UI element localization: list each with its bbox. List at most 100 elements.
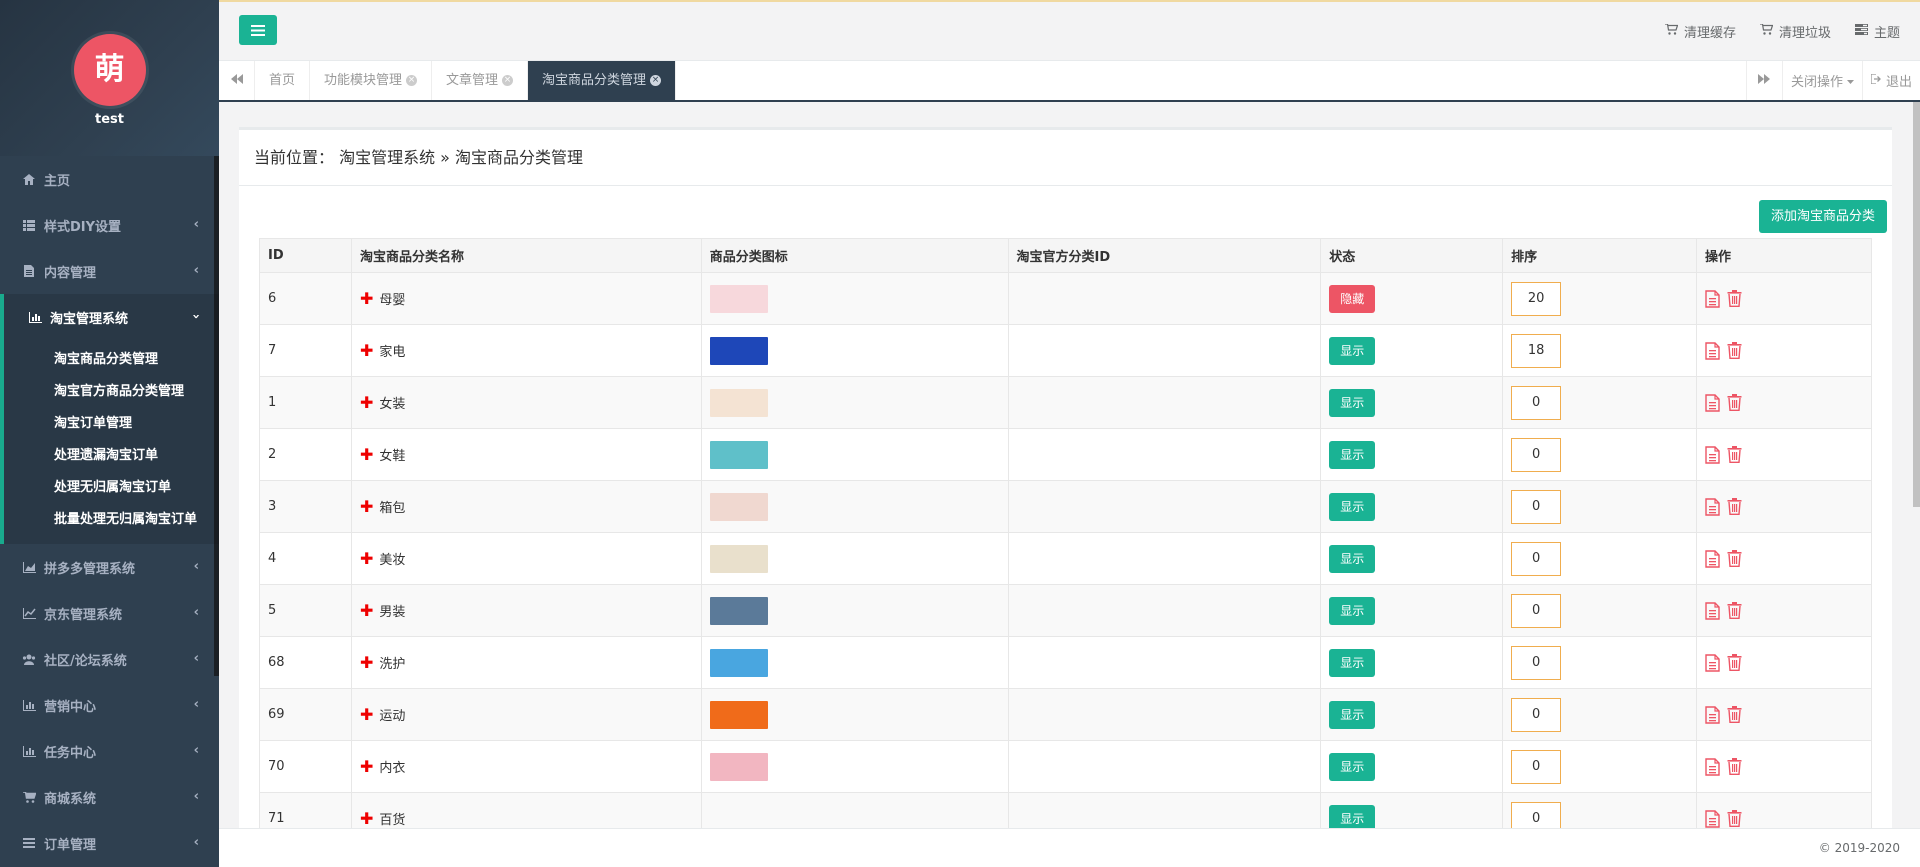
expand-plus-icon[interactable]: ✚ xyxy=(360,601,373,620)
status-toggle-button[interactable]: 显示 xyxy=(1329,388,1376,417)
edit-file-icon[interactable] xyxy=(1705,757,1720,776)
edit-file-icon[interactable] xyxy=(1705,497,1720,516)
page-scrollbar[interactable] xyxy=(1913,102,1920,507)
sort-input[interactable] xyxy=(1511,801,1562,828)
sort-input[interactable] xyxy=(1511,385,1562,420)
close-icon[interactable]: × xyxy=(650,75,662,86)
trash-icon[interactable] xyxy=(1727,393,1742,412)
sort-input[interactable] xyxy=(1511,749,1562,784)
trash-icon[interactable] xyxy=(1727,809,1742,828)
status-toggle-button[interactable]: 显示 xyxy=(1329,336,1376,365)
edit-file-icon[interactable] xyxy=(1705,705,1720,724)
cell-official-id xyxy=(1007,636,1322,689)
expand-plus-icon[interactable]: ✚ xyxy=(360,653,373,672)
tabs-scroll-left-button[interactable] xyxy=(219,61,255,100)
sort-input[interactable] xyxy=(1511,697,1562,732)
trash-icon[interactable] xyxy=(1727,705,1742,724)
edit-file-icon[interactable] xyxy=(1705,289,1720,308)
tab-module-management[interactable]: 功能模块管理 × xyxy=(310,61,433,100)
sort-input[interactable] xyxy=(1511,645,1562,680)
submenu-item-batch-unowned-orders[interactable]: 批量处理无归属淘宝订单 xyxy=(4,504,219,536)
expand-plus-icon[interactable]: ✚ xyxy=(360,289,373,308)
trash-icon[interactable] xyxy=(1727,653,1742,672)
sidebar-item-mall[interactable]: 商城系统 ‹ xyxy=(0,774,219,820)
sidebar-item-community[interactable]: 社区/论坛系统 ‹ xyxy=(0,636,219,682)
trash-icon[interactable] xyxy=(1727,549,1742,568)
avatar[interactable]: 萌 xyxy=(73,34,146,106)
expand-plus-icon[interactable]: ✚ xyxy=(360,445,373,464)
toggle-sidebar-button[interactable] xyxy=(239,15,277,45)
sort-input[interactable] xyxy=(1511,541,1562,576)
clear-trash-link[interactable]: 清理垃圾 xyxy=(1759,22,1831,41)
tab-taobao-category[interactable]: 淘宝商品分类管理 × xyxy=(528,61,677,100)
edit-file-icon[interactable] xyxy=(1705,445,1720,464)
sidebar-item-tasks[interactable]: 任务中心 ‹ xyxy=(0,728,219,774)
edit-file-icon[interactable] xyxy=(1705,601,1720,620)
sidebar-item-home[interactable]: 主页 xyxy=(0,156,219,202)
column-header-name[interactable]: 淘宝商品分类名称 xyxy=(350,238,702,273)
sidebar-item-orders[interactable]: 订单管理 ‹ xyxy=(0,820,219,866)
close-icon[interactable]: × xyxy=(406,75,418,86)
expand-plus-icon[interactable]: ✚ xyxy=(360,705,373,724)
status-toggle-button[interactable]: 显示 xyxy=(1329,752,1376,781)
column-header-icon[interactable]: 商品分类图标 xyxy=(700,238,1009,273)
column-header-status[interactable]: 状态 xyxy=(1320,238,1504,273)
tab-article-management[interactable]: 文章管理 × xyxy=(432,61,529,100)
status-toggle-button[interactable]: 显示 xyxy=(1329,648,1376,677)
trash-icon[interactable] xyxy=(1727,341,1742,360)
submenu-item-unowned-orders[interactable]: 处理无归属淘宝订单 xyxy=(4,472,219,504)
sidebar-item-jd[interactable]: 京东管理系统 ‹ xyxy=(0,590,219,636)
tab-home[interactable]: 首页 xyxy=(255,61,311,100)
trash-icon[interactable] xyxy=(1727,289,1742,308)
trash-icon[interactable] xyxy=(1727,757,1742,776)
edit-file-icon[interactable] xyxy=(1705,549,1720,568)
sort-input[interactable] xyxy=(1511,437,1562,472)
status-toggle-button[interactable]: 显示 xyxy=(1329,544,1376,573)
expand-plus-icon[interactable]: ✚ xyxy=(360,549,373,568)
status-toggle-button[interactable]: 显示 xyxy=(1329,804,1376,828)
edit-file-icon[interactable] xyxy=(1705,341,1720,360)
sidebar-item-style-diy[interactable]: 样式DIY设置 ‹ xyxy=(0,202,219,248)
edit-file-icon[interactable] xyxy=(1705,393,1720,412)
add-taobao-category-button[interactable]: 添加淘宝商品分类 xyxy=(1758,200,1887,233)
clear-cache-link[interactable]: 清理缓存 xyxy=(1664,22,1736,41)
logout-button[interactable]: 退出 xyxy=(1861,61,1920,100)
sort-input[interactable] xyxy=(1511,281,1562,316)
sidebar-item-marketing[interactable]: 营销中心 ‹ xyxy=(0,682,219,728)
status-toggle-button[interactable]: 显示 xyxy=(1329,700,1376,729)
theme-link[interactable]: 主题 xyxy=(1854,22,1900,41)
sort-input[interactable] xyxy=(1511,333,1562,368)
column-header-id[interactable]: ID xyxy=(259,238,352,273)
expand-plus-icon[interactable]: ✚ xyxy=(360,497,373,516)
column-header-actions[interactable]: 操作 xyxy=(1696,238,1872,273)
main-content: 当前位置： 淘宝管理系统 » 淘宝商品分类管理 添加淘宝商品分类 ID 淘宝商品… xyxy=(219,102,1920,828)
expand-plus-icon[interactable]: ✚ xyxy=(360,341,373,360)
username[interactable]: test xyxy=(0,112,219,127)
expand-plus-icon[interactable]: ✚ xyxy=(360,393,373,412)
sort-input[interactable] xyxy=(1511,593,1562,628)
trash-icon[interactable] xyxy=(1727,601,1742,620)
tabs-scroll-right-button[interactable] xyxy=(1745,61,1782,100)
trash-icon[interactable] xyxy=(1727,445,1742,464)
column-header-sort[interactable]: 排序 xyxy=(1502,238,1698,273)
submenu-item-missing-orders[interactable]: 处理遗漏淘宝订单 xyxy=(4,440,219,472)
sort-input[interactable] xyxy=(1511,489,1562,524)
column-header-official-id[interactable]: 淘宝官方分类ID xyxy=(1007,238,1322,273)
edit-file-icon[interactable] xyxy=(1705,809,1720,828)
close-ops-dropdown[interactable]: 关闭操作 xyxy=(1781,61,1862,100)
trash-icon[interactable] xyxy=(1727,497,1742,516)
close-icon[interactable]: × xyxy=(502,75,514,86)
status-toggle-button[interactable]: 隐藏 xyxy=(1329,284,1376,313)
sidebar-item-taobao[interactable]: 淘宝管理系统 ‹ xyxy=(0,294,219,340)
sidebar-item-pinduoduo[interactable]: 拼多多管理系统 ‹ xyxy=(0,544,219,590)
submenu-item-taobao-orders[interactable]: 淘宝订单管理 xyxy=(4,408,219,440)
expand-plus-icon[interactable]: ✚ xyxy=(360,809,373,828)
status-toggle-button[interactable]: 显示 xyxy=(1329,596,1376,625)
status-toggle-button[interactable]: 显示 xyxy=(1329,440,1376,469)
submenu-item-taobao-official-category[interactable]: 淘宝官方商品分类管理 xyxy=(4,376,219,408)
submenu-item-taobao-category[interactable]: 淘宝商品分类管理 xyxy=(4,344,219,376)
expand-plus-icon[interactable]: ✚ xyxy=(360,757,373,776)
status-toggle-button[interactable]: 显示 xyxy=(1329,492,1376,521)
edit-file-icon[interactable] xyxy=(1705,653,1720,672)
sidebar-item-content[interactable]: 内容管理 ‹ xyxy=(0,248,219,294)
